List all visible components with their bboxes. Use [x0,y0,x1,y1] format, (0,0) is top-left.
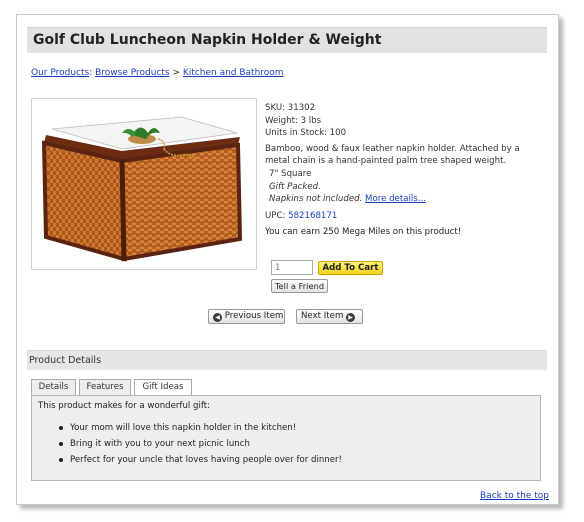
product-info: SKU: 31302 Weight: 3 lbs Units in Stock:… [265,102,525,239]
breadcrumb-browse-products[interactable]: Browse Products [95,68,170,78]
gift-intro: This product makes for a wonderful gift: [38,401,211,411]
breadcrumb-our-products[interactable]: Our Products [31,68,89,78]
units-in-stock: Units in Stock: 100 [265,128,347,139]
next-item-label: Next Item [301,311,344,321]
previous-item-label: Previous Item [224,311,284,321]
mega-miles: You can earn 250 Mega Miles on this prod… [265,227,462,238]
list-item: Your mom will love this napkin holder in… [59,420,342,436]
gift-ideas-list: Your mom will love this napkin holder in… [59,420,342,468]
napkin-holder-image [41,116,243,262]
sku: SKU: 31302 [265,103,316,113]
tab-details[interactable]: Details [31,379,76,396]
upc-value[interactable]: 582168171 [288,211,337,221]
weight: Weight: 3 lbs [265,115,322,126]
tab-features[interactable]: Features [79,379,131,396]
list-item: Perfect for your uncle that loves having… [59,452,342,468]
product-details-header: Product Details [27,350,547,370]
napkins-note: Napkins not included. [269,194,363,205]
back-to-top-link[interactable]: Back to the top [480,491,549,501]
add-to-cart-button[interactable]: Add To Cart [318,261,383,275]
more-details-link[interactable]: More details... [365,194,426,204]
title-bar: Golf Club Luncheon Napkin Holder & Weigh… [27,27,547,53]
product-size: 7" Square [269,168,312,179]
gift-ideas-panel: This product makes for a wonderful gift:… [31,395,541,481]
breadcrumb-kitchen-bathroom[interactable]: Kitchen and Bathroom [183,68,284,78]
page-title: Golf Club Luncheon Napkin Holder & Weigh… [33,32,382,48]
circle-left-arrow-icon: ◀ [213,313,222,322]
page-frame: Golf Club Luncheon Napkin Holder & Weigh… [16,14,559,505]
product-description: Bamboo, wood & faux leather napkin holde… [265,143,520,167]
upc-label: UPC: [265,210,286,221]
list-item: Bring it with you to your next picnic lu… [59,436,342,452]
gift-packed: Gift Packed. [269,181,321,192]
quantity-input[interactable] [271,260,313,275]
upc: UPC: 582168171 [265,210,525,223]
next-item-button[interactable]: Next Item ▶ [296,309,363,324]
product-image[interactable] [31,98,257,270]
breadcrumb: Our Products: Browse Products > Kitchen … [31,68,284,78]
tell-a-friend-button[interactable]: Tell a Friend [271,279,328,293]
circle-right-arrow-icon: ▶ [346,313,356,322]
previous-item-button[interactable]: ◀ Previous Item [208,309,285,324]
product-details-heading: Product Details [29,355,102,366]
breadcrumb-separator: > [169,68,183,78]
